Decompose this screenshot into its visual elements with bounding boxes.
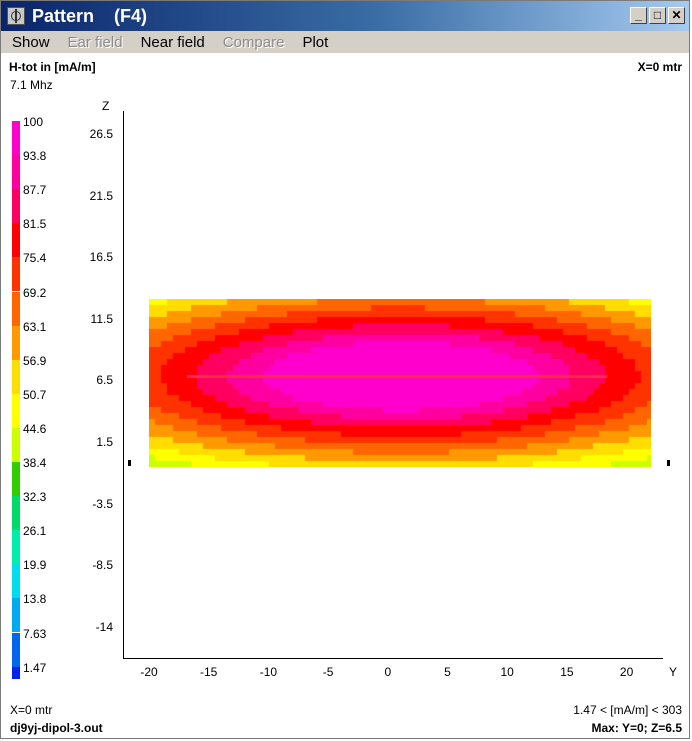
menu-plot[interactable]: Plot bbox=[302, 34, 328, 51]
legend-label: 19.9 bbox=[23, 558, 47, 573]
legend-label: 87.7 bbox=[23, 183, 47, 198]
legend-swatch bbox=[12, 427, 20, 462]
legend-swatch bbox=[12, 121, 20, 156]
z-tick-label: 26.5 bbox=[89, 127, 113, 141]
legend-label: 100 bbox=[23, 115, 44, 129]
legend-label: 7.63 bbox=[23, 626, 47, 641]
near-field-heatmap bbox=[149, 299, 651, 467]
y-tick-label: 15 bbox=[560, 665, 574, 679]
left-edge-marker bbox=[128, 460, 131, 466]
legend-swatch bbox=[12, 598, 20, 633]
legend-swatch bbox=[12, 496, 20, 531]
legend-label: 63.1 bbox=[23, 319, 47, 334]
legend-swatch bbox=[12, 155, 20, 190]
y-tick-label: 20 bbox=[619, 665, 634, 679]
menu-show[interactable]: Show bbox=[12, 34, 50, 51]
z-tick-label: 21.5 bbox=[89, 188, 113, 203]
legend-swatch bbox=[12, 257, 20, 292]
legend-swatch bbox=[12, 291, 20, 326]
footer-range: 1.47 < [mA/m] < 303 bbox=[573, 703, 682, 717]
legend-label: 56.9 bbox=[23, 353, 47, 368]
y-tick-label: 10 bbox=[500, 665, 514, 679]
legend-label: 93.8 bbox=[23, 149, 47, 164]
legend-swatch bbox=[12, 530, 20, 565]
y-tick-label: -5 bbox=[322, 665, 334, 679]
z-tick-label: -8.5 bbox=[92, 558, 113, 573]
minimize-button[interactable]: _ bbox=[630, 7, 647, 24]
y-tick-label: -15 bbox=[200, 665, 218, 679]
frequency-label: 7.1 Mhz bbox=[10, 78, 53, 92]
menu-bar: Show Ear field Near field Compare Plot bbox=[1, 31, 689, 53]
legend-label: 32.3 bbox=[23, 490, 47, 505]
z-tick-label: 1.5 bbox=[96, 435, 113, 449]
legend-label: 69.2 bbox=[23, 285, 47, 300]
close-button[interactable]: ✕ bbox=[668, 7, 685, 24]
legend-swatch bbox=[12, 632, 20, 667]
legend-label: 1.47 bbox=[23, 660, 47, 675]
z-tick-label: 11.5 bbox=[90, 311, 113, 326]
pattern-window: Pattern (F4) _ □ ✕ Show Ear field Near f… bbox=[0, 0, 690, 739]
legend-swatch bbox=[12, 393, 20, 428]
maximize-button[interactable]: □ bbox=[649, 7, 666, 24]
plot-canvas: H-tot in [mA/m] 7.1 Mhz X=0 mtr 100 93.8 8… bbox=[1, 53, 689, 738]
legend-label: 13.8 bbox=[23, 592, 47, 607]
z-axis-line bbox=[123, 111, 124, 658]
z-axis-label: Z bbox=[102, 99, 110, 113]
y-tick-label: 5 bbox=[444, 665, 451, 679]
menu-compare[interactable]: Compare bbox=[223, 34, 285, 51]
legend-label: 26.1 bbox=[23, 524, 47, 539]
y-axis-line bbox=[123, 658, 663, 659]
legend-label: 81.5 bbox=[23, 217, 47, 232]
legend-swatch bbox=[12, 359, 20, 394]
plane-label: X=0 mtr bbox=[637, 60, 682, 74]
quantity-label: H-tot in [mA/m] bbox=[9, 60, 96, 74]
y-tick-label: -10 bbox=[259, 665, 278, 679]
menu-near-field[interactable]: Near field bbox=[141, 34, 205, 51]
title-bar[interactable]: Pattern (F4) _ □ ✕ bbox=[1, 1, 689, 31]
app-icon[interactable] bbox=[7, 7, 25, 25]
z-tick-label: -14 bbox=[95, 619, 113, 634]
z-tick-label: -3.5 bbox=[92, 496, 113, 511]
footer-max: Max: Y=0; Z=6.5 bbox=[591, 721, 683, 735]
z-tick-label: 16.5 bbox=[89, 250, 113, 265]
legend-label: 50.7 bbox=[23, 387, 47, 402]
right-edge-marker bbox=[667, 460, 670, 466]
y-tick-label: -20 bbox=[140, 665, 158, 679]
z-tick-label: 6.5 bbox=[96, 373, 113, 388]
legend-swatch bbox=[12, 325, 20, 360]
legend-swatch bbox=[12, 189, 20, 224]
y-tick-label: 0 bbox=[384, 665, 392, 679]
window-title: Pattern (F4) bbox=[32, 5, 148, 26]
legend-label: 44.6 bbox=[23, 421, 47, 436]
legend-swatch bbox=[12, 666, 20, 679]
footer-filename: dj9yj-dipol-3.out bbox=[10, 721, 103, 735]
legend-label: 75.4 bbox=[23, 251, 47, 266]
legend-swatch bbox=[12, 564, 20, 599]
menu-ear-field[interactable]: Ear field bbox=[68, 34, 123, 51]
legend-swatch bbox=[12, 223, 20, 258]
footer-plane: X=0 mtr bbox=[10, 703, 53, 717]
legend-label: 38.4 bbox=[23, 456, 47, 470]
legend-swatch bbox=[12, 462, 20, 497]
y-axis-label: Y bbox=[669, 665, 678, 679]
